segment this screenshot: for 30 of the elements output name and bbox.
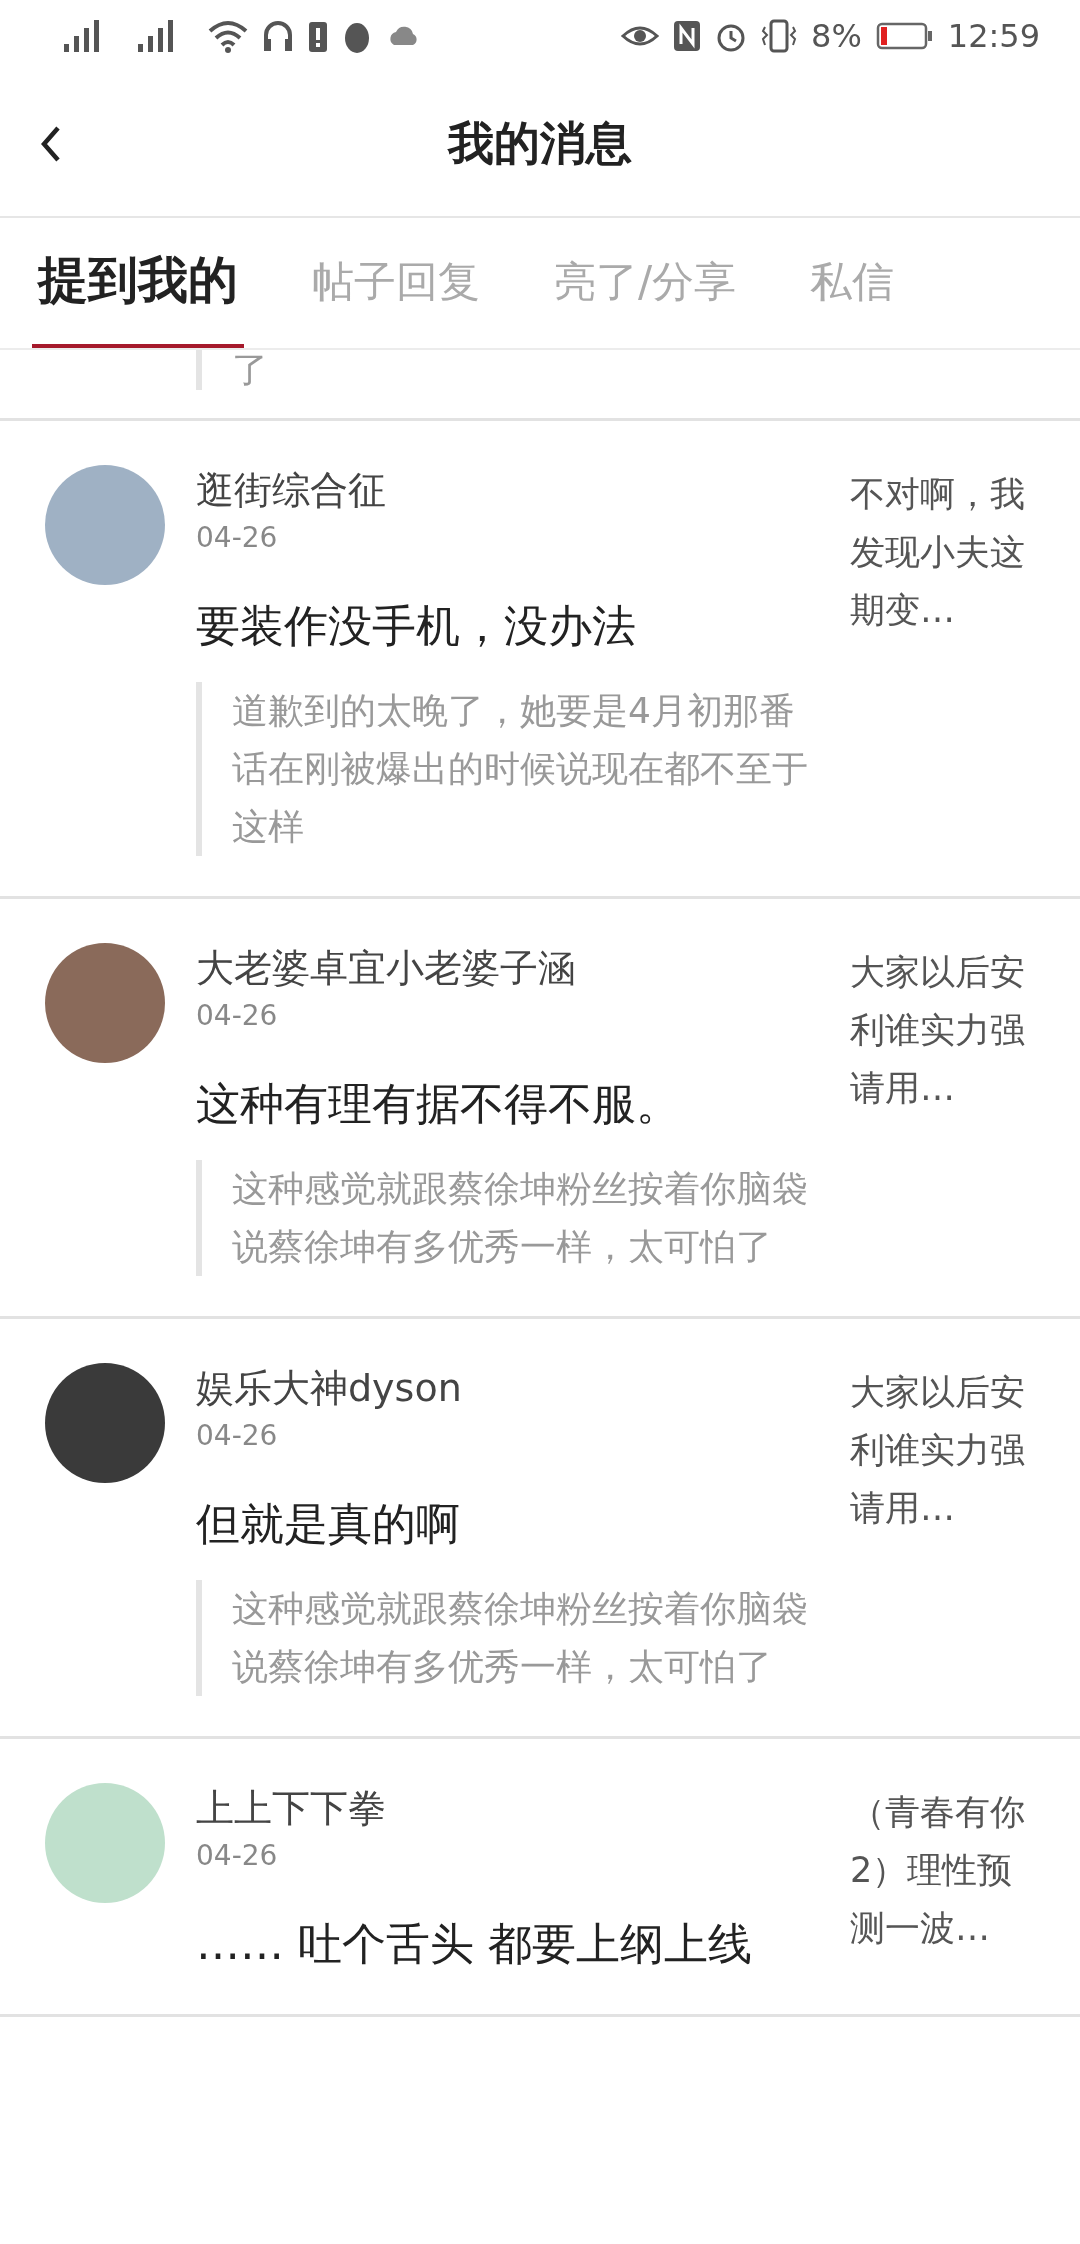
date: 04-26 [196,1839,279,1872]
thread-title[interactable]: 大家以后安利谁实力强请用… [850,943,1040,1276]
clock-time: 12:59 [947,17,1040,55]
thread-title[interactable]: 不对啊，我发现小夫这期变… [850,465,1040,856]
reply-text: 但就是真的啊 [196,1497,461,1551]
battery-alert-icon [308,19,328,53]
quoted-text: 了 [196,350,1080,390]
reply-text: …… 吐个舌头 都要上纲上线 [196,1917,753,1971]
nfc-icon [673,20,701,52]
quoted-text: 这种感觉就跟蔡徐坤粉丝按着你脑袋说蔡徐坤有多优秀一样，太可怕了 [196,1160,826,1276]
user-name[interactable]: 大老婆卓宜小老婆子涵 [196,943,826,993]
headphones-icon [262,19,294,53]
reply-text: 这种有理有据不得不服。 [196,1077,681,1131]
date: 04-26 [196,1419,279,1452]
vibrate-icon [761,19,797,53]
tab[interactable]: 提到我的 [32,246,244,348]
quoted-text: 这种感觉就跟蔡徐坤粉丝按着你脑袋说蔡徐坤有多优秀一样，太可怕了 [196,1580,826,1696]
quoted-text: 道歉到的太晚了，她要是4月初那番话在刚被爆出的时候说现在都不至于这样 [196,682,826,856]
wifi-icon [208,19,248,53]
battery-percent: 8% [811,17,862,55]
thread-title[interactable]: （青春有你2）理性预测一波… [850,1783,1040,1974]
user-name[interactable]: 娱乐大神dyson [196,1363,826,1413]
thread-title[interactable]: 大家以后安利谁实力强请用… [850,1363,1040,1696]
page-title: 我的消息 [448,115,632,172]
date: 04-26 [196,999,279,1032]
user-name[interactable]: 上上下下拳 [196,1783,826,1833]
user-name[interactable]: 逛街综合征 [196,465,826,515]
reply-text: 要装作没手机，没办法 [196,599,637,653]
date: 04-26 [196,521,279,554]
battery-icon [875,22,934,50]
